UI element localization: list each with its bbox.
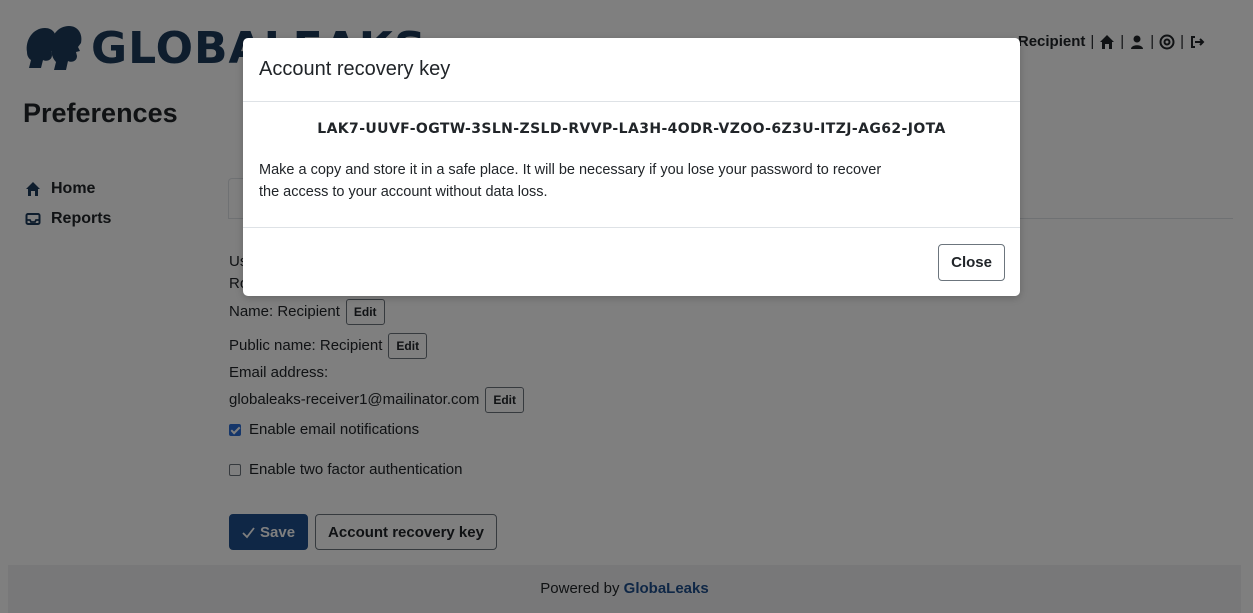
- modal-message-line: Make a copy and store it in a safe place…: [259, 162, 882, 178]
- modal-title: Account recovery key: [259, 58, 451, 80]
- recovery-key-value[interactable]: LAK7-UUVF-OGTW-3SLN-ZSLD-RVVP-LA3H-4ODR-…: [243, 121, 1020, 137]
- modal-header: Account recovery key: [243, 38, 1020, 102]
- modal-message: Make a copy and store it in a safe place…: [243, 159, 1020, 203]
- modal-message-line: the access to your account without data …: [259, 184, 548, 200]
- close-button[interactable]: Close: [938, 244, 1005, 281]
- modal-footer: Close: [243, 227, 1020, 296]
- account-recovery-key-modal: Account recovery key LAK7-UUVF-OGTW-3SLN…: [243, 38, 1020, 296]
